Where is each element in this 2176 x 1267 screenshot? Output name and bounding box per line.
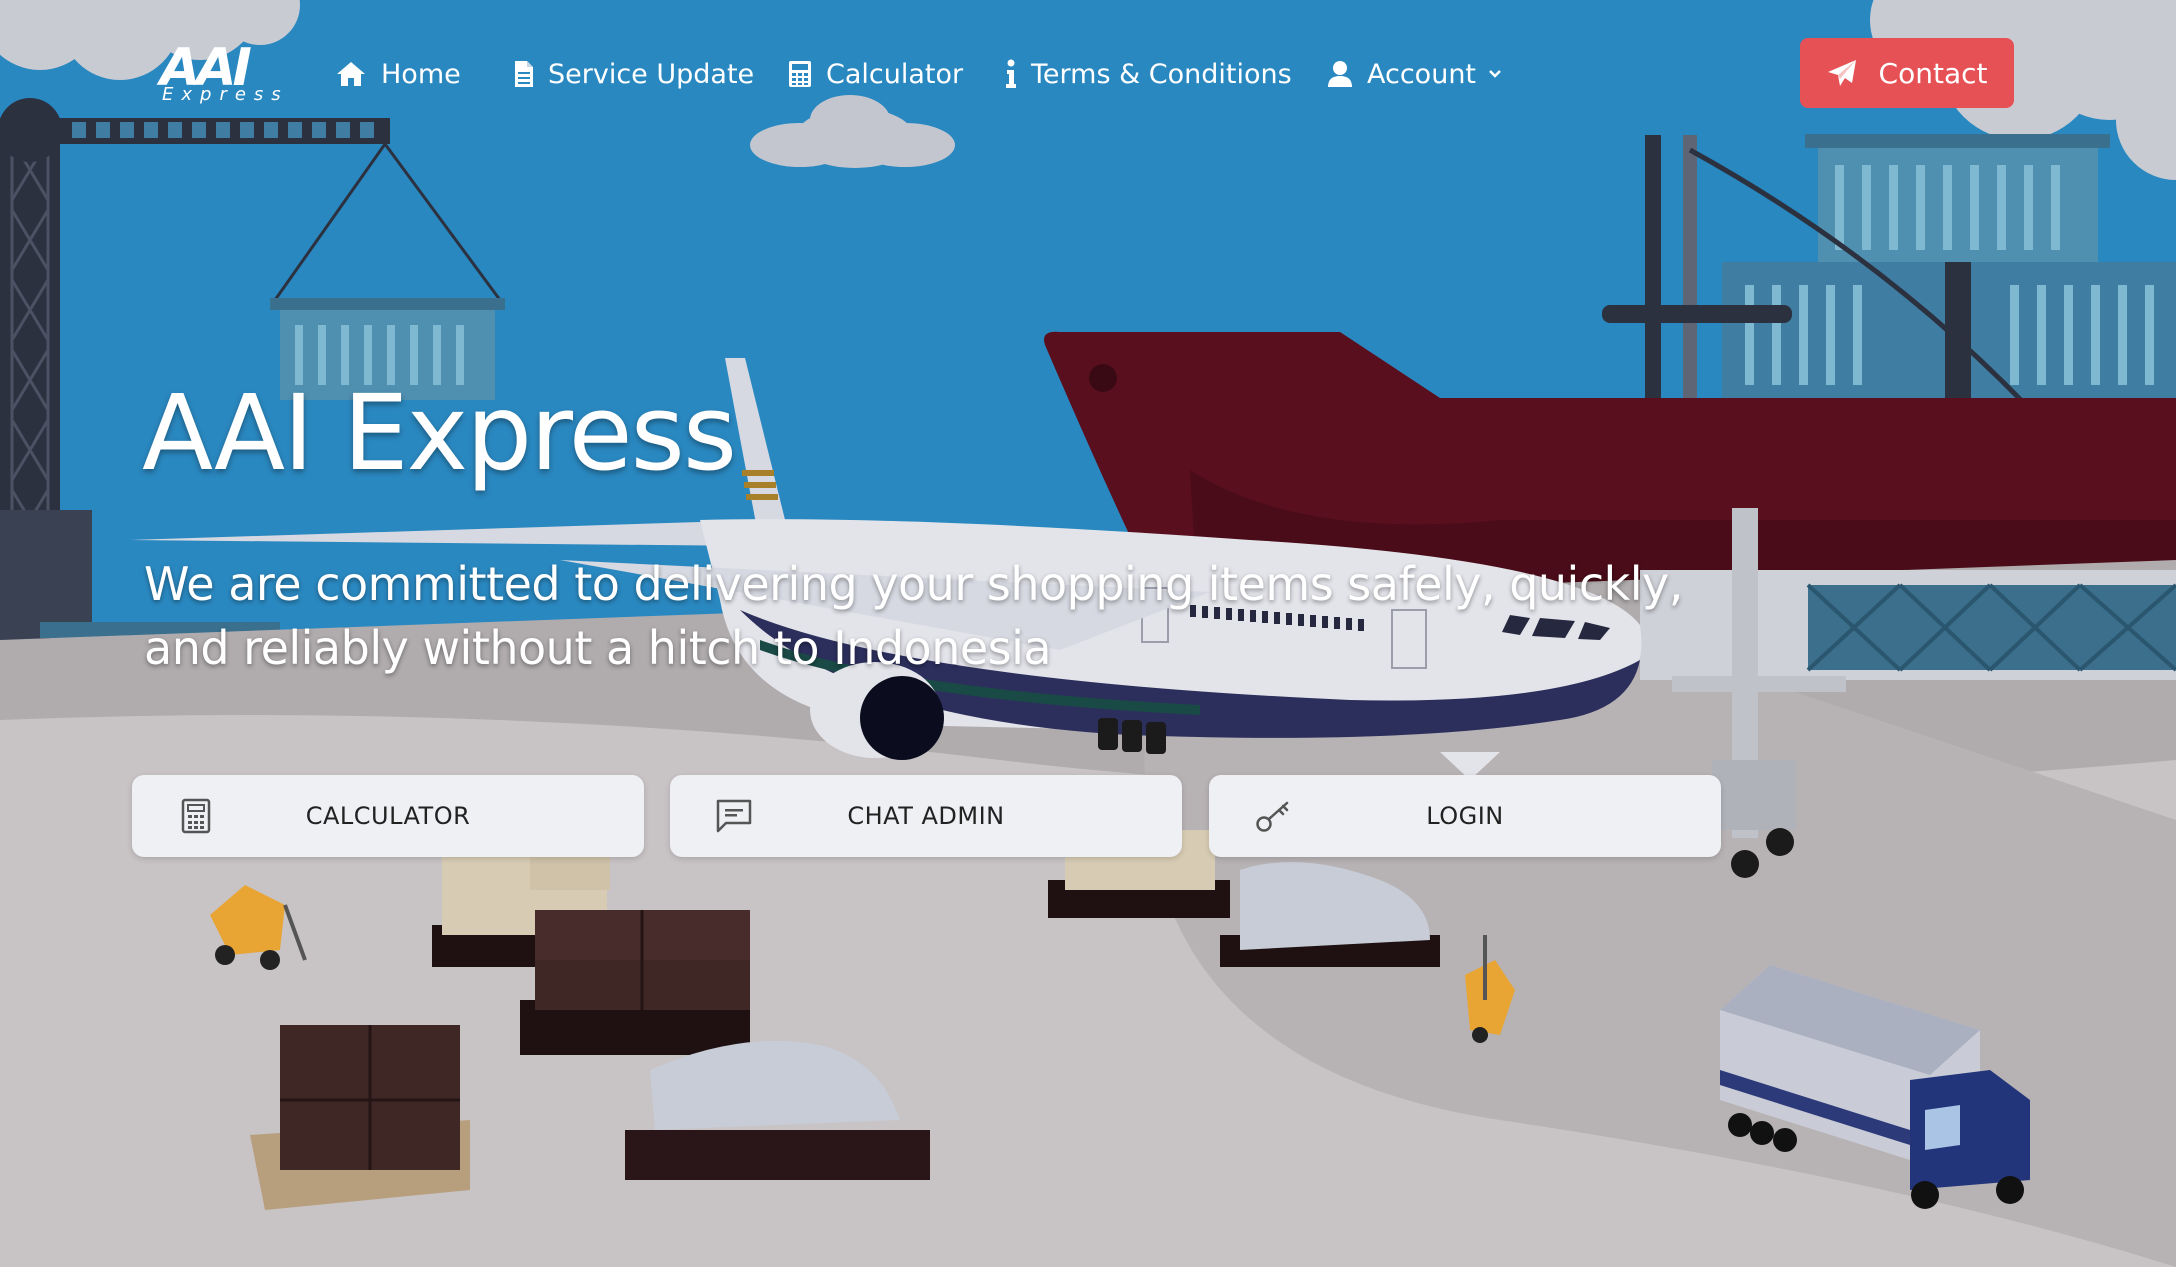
top-navbar: AAI Express Home Service Update Calculat… xyxy=(0,0,2176,150)
key-icon xyxy=(1253,796,1293,836)
calculator-button[interactable]: CALCULATOR xyxy=(132,775,644,857)
calculator-icon xyxy=(176,796,216,836)
info-icon xyxy=(1005,59,1017,89)
chat-admin-button[interactable]: CHAT ADMIN xyxy=(670,775,1182,857)
logo-subtext: Express xyxy=(162,84,289,105)
nav-service-update-label: Service Update xyxy=(548,58,755,90)
nav-home[interactable]: Home xyxy=(335,50,461,98)
user-icon xyxy=(1327,60,1353,88)
contact-label: Contact xyxy=(1878,56,1988,90)
home-icon xyxy=(335,60,367,88)
brand-logo[interactable]: AAI Express xyxy=(160,38,290,108)
hero-title: AAI Express xyxy=(142,372,737,494)
chat-icon xyxy=(714,796,754,836)
contact-button[interactable]: Contact xyxy=(1800,38,2014,108)
nav-service-update[interactable]: Service Update xyxy=(514,50,754,98)
container-stack-right xyxy=(1602,134,2176,422)
nav-calculator[interactable]: Calculator xyxy=(788,50,963,98)
document-icon xyxy=(514,60,534,88)
nav-home-label: Home xyxy=(381,58,461,90)
nav-calculator-label: Calculator xyxy=(826,58,964,90)
nav-account-label: Account xyxy=(1367,58,1477,90)
calculator-icon xyxy=(788,60,812,88)
login-button[interactable]: LOGIN xyxy=(1209,775,1721,857)
chevron-down-icon xyxy=(1488,69,1502,79)
nav-terms[interactable]: Terms & Conditions xyxy=(1005,50,1292,98)
paper-plane-icon xyxy=(1827,59,1857,87)
nav-account[interactable]: Account xyxy=(1327,50,1502,98)
nav-terms-label: Terms & Conditions xyxy=(1031,58,1292,90)
hero-subtitle: We are committed to delivering your shop… xyxy=(144,557,1683,675)
